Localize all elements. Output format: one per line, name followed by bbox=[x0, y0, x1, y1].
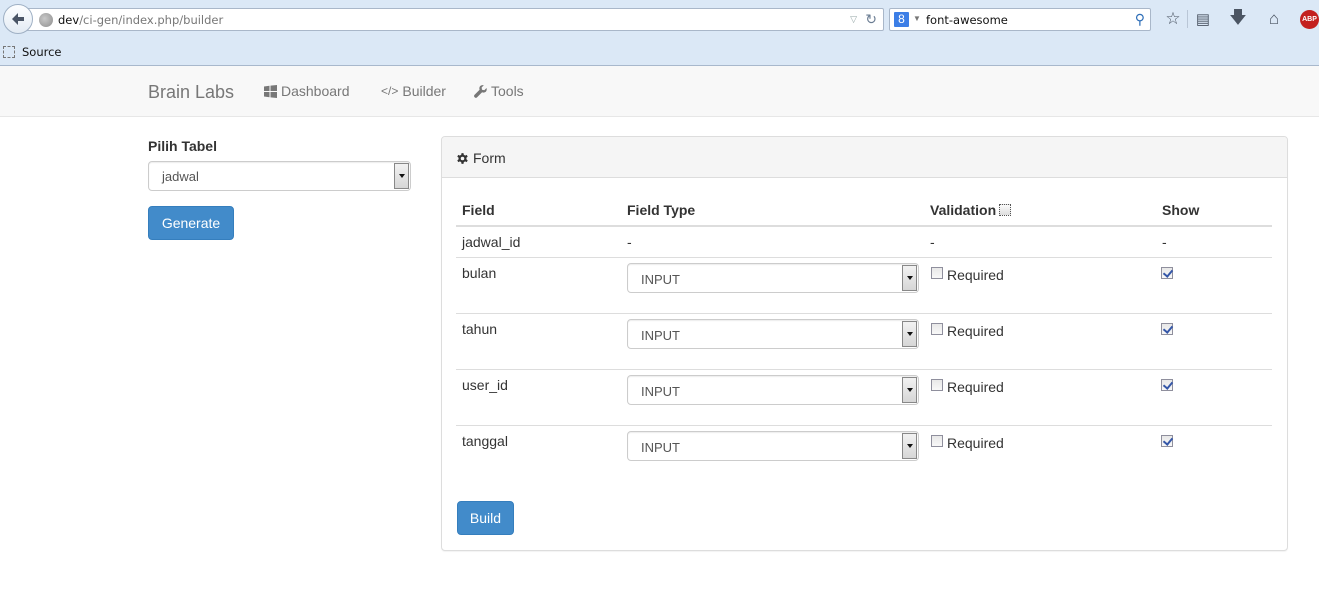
field-type-value: - bbox=[627, 234, 632, 250]
reload-icon[interactable]: ↻ bbox=[865, 11, 877, 28]
field-name: tanggal bbox=[462, 433, 508, 449]
chevron-down-icon[interactable] bbox=[394, 163, 409, 189]
required-checkbox[interactable] bbox=[931, 435, 943, 447]
nav-tools-label: Tools bbox=[491, 83, 524, 99]
column-header-show: Show bbox=[1162, 202, 1200, 218]
field-type-select[interactable]: INPUT bbox=[627, 431, 919, 461]
row-divider bbox=[456, 313, 1272, 314]
required-label[interactable]: Required bbox=[947, 379, 1004, 395]
download-icon[interactable]: 🡇 bbox=[1227, 8, 1249, 30]
field-name: jadwal_id bbox=[462, 234, 521, 250]
engine-dropdown-icon[interactable]: ▼ bbox=[913, 14, 921, 23]
chevron-down-icon[interactable] bbox=[902, 377, 917, 403]
field-type-select[interactable]: INPUT bbox=[627, 319, 919, 349]
field-name: tahun bbox=[462, 321, 498, 337]
field-type-value: INPUT bbox=[641, 384, 680, 399]
panel-title: Form bbox=[456, 150, 506, 166]
required-checkbox[interactable] bbox=[931, 379, 943, 391]
field-type-value: INPUT bbox=[641, 328, 680, 343]
show-checkbox[interactable] bbox=[1161, 323, 1173, 335]
code-icon: </> bbox=[381, 84, 399, 98]
required-label[interactable]: Required bbox=[947, 267, 1004, 283]
show-value: - bbox=[1162, 234, 1167, 250]
required-checkbox[interactable] bbox=[931, 323, 943, 335]
field-name: bulan bbox=[462, 265, 497, 281]
column-header-validation: Validation bbox=[930, 202, 1012, 218]
back-button[interactable] bbox=[3, 4, 33, 34]
table-select[interactable]: jadwal bbox=[148, 161, 411, 191]
column-header-validation-label: Validation bbox=[930, 202, 997, 218]
search-input[interactable]: font-awesome bbox=[926, 13, 1008, 27]
url-text: dev/ci-gen/index.php/builder bbox=[58, 13, 224, 27]
table-header-divider bbox=[456, 225, 1272, 227]
reading-list-icon[interactable]: ▤ bbox=[1192, 8, 1214, 30]
google-icon[interactable]: 8 bbox=[894, 12, 909, 27]
chevron-down-icon[interactable] bbox=[902, 321, 917, 347]
table-select-value: jadwal bbox=[162, 169, 199, 184]
field-type-select[interactable]: INPUT bbox=[627, 375, 919, 405]
star-icon[interactable]: ☆ bbox=[1162, 8, 1184, 30]
chevron-down-icon[interactable] bbox=[902, 265, 917, 291]
toolbar-separator bbox=[1187, 10, 1188, 28]
nav-tools[interactable]: Tools bbox=[474, 83, 524, 99]
field-type-value: INPUT bbox=[641, 440, 680, 455]
build-button[interactable]: Build bbox=[457, 501, 514, 535]
nav-builder-label: Builder bbox=[402, 83, 446, 99]
bookmark-label: Source bbox=[22, 45, 62, 59]
row-divider bbox=[456, 257, 1272, 258]
back-arrow-icon bbox=[12, 13, 24, 25]
address-bar[interactable]: dev/ci-gen/index.php/builder ▽ ↻ bbox=[24, 8, 884, 31]
field-name: user_id bbox=[462, 377, 508, 393]
nav-dashboard-label: Dashboard bbox=[281, 83, 350, 99]
field-type-value: INPUT bbox=[641, 272, 680, 287]
column-header-field: Field bbox=[462, 202, 495, 218]
globe-icon bbox=[39, 13, 53, 27]
required-checkbox[interactable] bbox=[931, 267, 943, 279]
column-header-field-type: Field Type bbox=[627, 202, 696, 218]
validation-value: - bbox=[930, 234, 935, 250]
validation-select-all-checkbox[interactable] bbox=[999, 204, 1012, 216]
search-icon[interactable]: ⚲ bbox=[1135, 11, 1145, 28]
windows-icon bbox=[264, 84, 277, 98]
bookmark-source[interactable]: Source bbox=[3, 45, 62, 59]
panel-heading: Form bbox=[442, 137, 1287, 178]
show-checkbox[interactable] bbox=[1161, 267, 1173, 279]
home-icon[interactable]: ⌂ bbox=[1263, 8, 1285, 30]
chevron-down-icon[interactable] bbox=[902, 433, 917, 459]
browser-toolbar: dev/ci-gen/index.php/builder ▽ ↻ 8 ▼ fon… bbox=[0, 0, 1319, 66]
field-type-select[interactable]: INPUT bbox=[627, 263, 919, 293]
show-checkbox[interactable] bbox=[1161, 379, 1173, 391]
gear-icon bbox=[457, 152, 468, 164]
required-label[interactable]: Required bbox=[947, 323, 1004, 339]
panel-title-text: Form bbox=[473, 150, 506, 166]
generate-button[interactable]: Generate bbox=[148, 206, 234, 240]
show-checkbox[interactable] bbox=[1161, 435, 1173, 447]
required-label[interactable]: Required bbox=[947, 435, 1004, 451]
nav-builder[interactable]: </> Builder bbox=[381, 83, 446, 99]
wrench-icon bbox=[474, 84, 487, 98]
table-select-label: Pilih Tabel bbox=[148, 138, 217, 154]
brand-link[interactable]: Brain Labs bbox=[148, 82, 234, 103]
row-divider bbox=[456, 425, 1272, 426]
row-divider bbox=[456, 369, 1272, 370]
nav-dashboard[interactable]: Dashboard bbox=[264, 83, 350, 99]
search-bar[interactable]: 8 ▼ font-awesome ⚲ bbox=[889, 8, 1151, 31]
adblock-icon[interactable]: ABP bbox=[1300, 10, 1319, 29]
navbar: Brain Labs Dashboard </> Builder Tools bbox=[0, 66, 1319, 117]
bookmark-icon bbox=[3, 46, 15, 58]
history-dropdown-icon[interactable]: ▽ bbox=[850, 14, 857, 25]
